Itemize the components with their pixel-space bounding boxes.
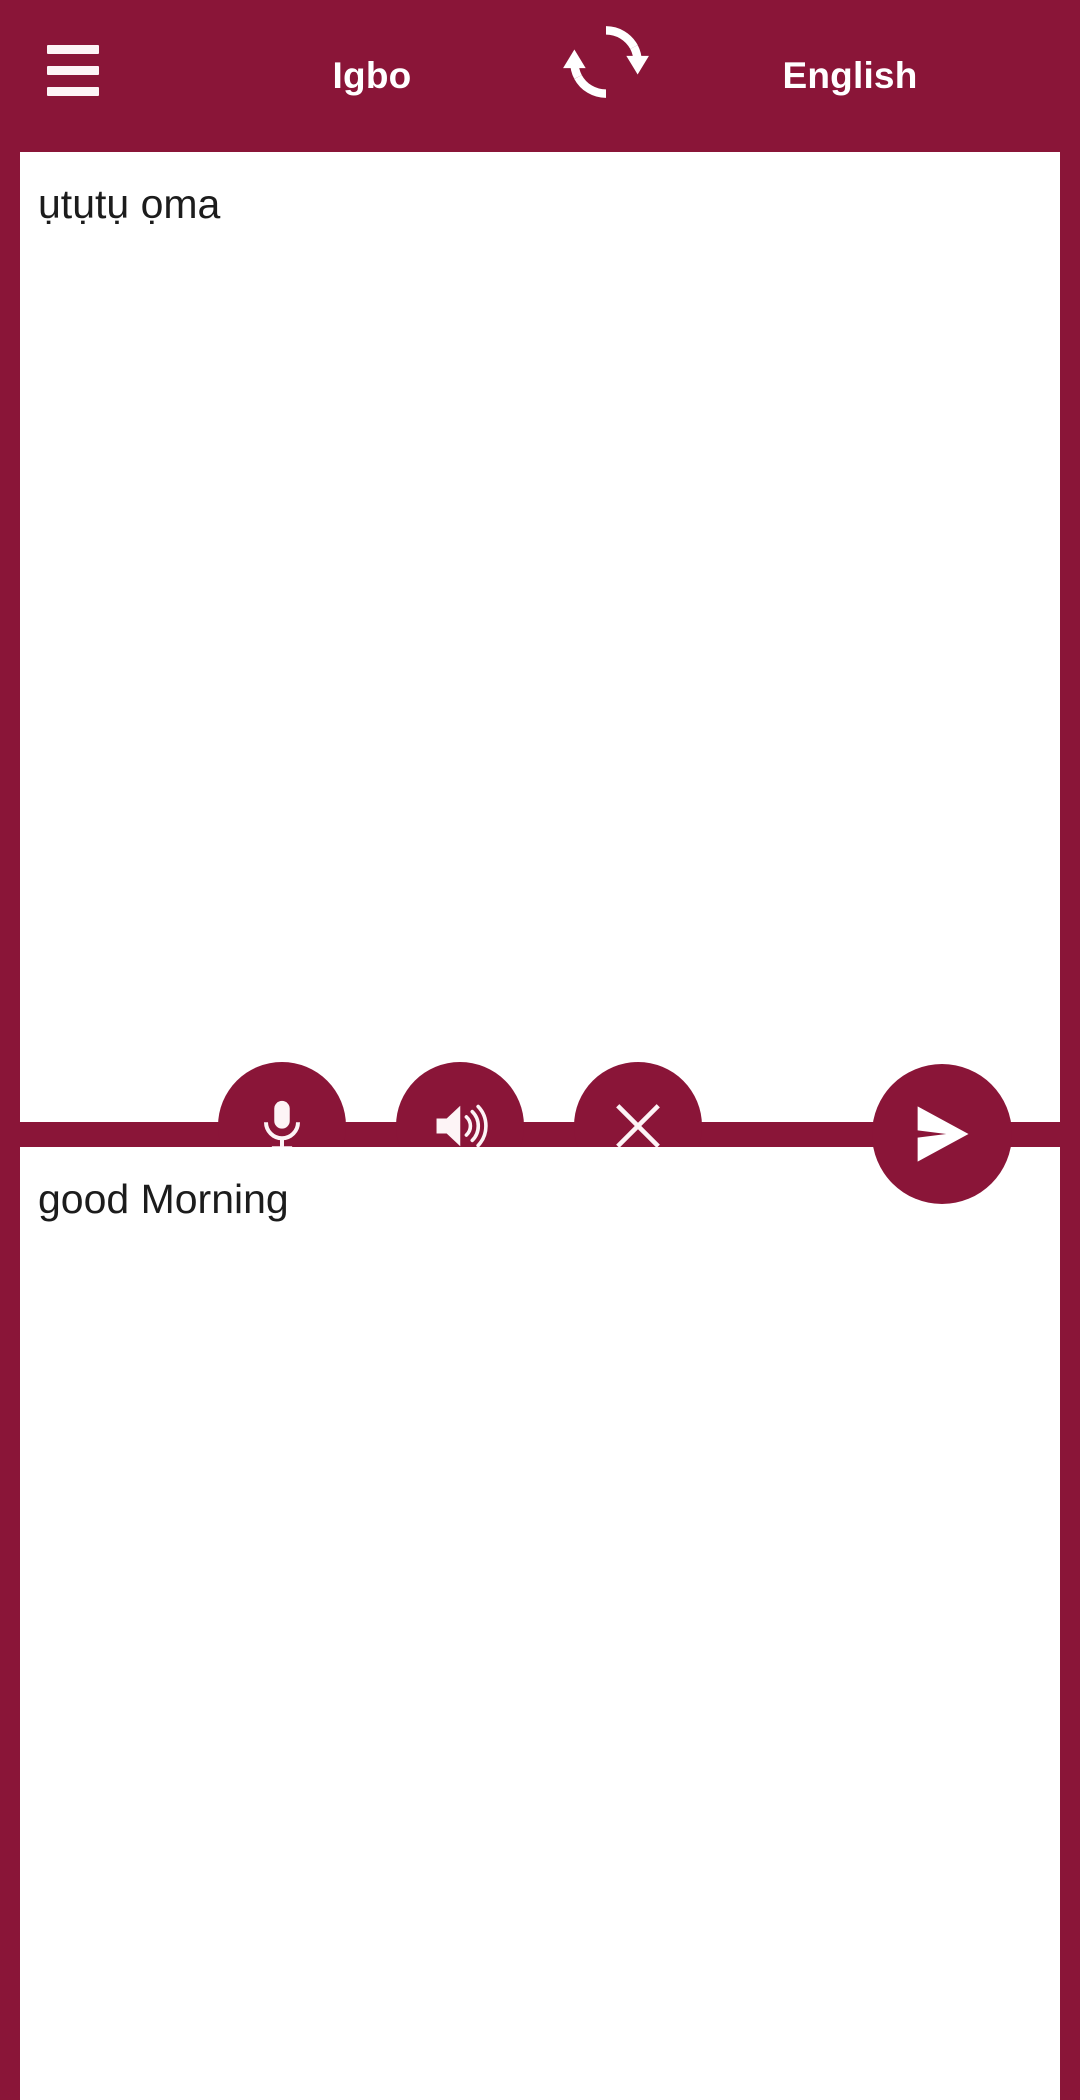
source-text-panel: ụtụtụ ọma — [20, 152, 1060, 1190]
send-translate-button[interactable] — [872, 1064, 1012, 1204]
hamburger-menu-icon-bar2 — [47, 65, 99, 75]
hamburger-menu-icon-bar3 — [47, 86, 99, 96]
send-icon — [917, 1106, 969, 1162]
source-text-input[interactable]: ụtụtụ ọma — [38, 178, 980, 230]
translation-app-screen: Igbo English ụtụtụ ọma good Morning — [0, 0, 1080, 2100]
app-header: Igbo English — [0, 0, 1080, 152]
translated-text: good Morning — [38, 1176, 289, 1222]
hamburger-menu-button[interactable] — [30, 30, 120, 110]
target-text-panel: good Morning — [20, 1147, 1060, 2100]
hamburger-menu-icon — [47, 44, 99, 54]
source-language-selector[interactable]: Igbo — [222, 0, 522, 152]
swap-languages-icon — [563, 26, 649, 98]
swap-languages-button[interactable] — [558, 14, 654, 110]
target-language-selector[interactable]: English — [700, 0, 1000, 152]
